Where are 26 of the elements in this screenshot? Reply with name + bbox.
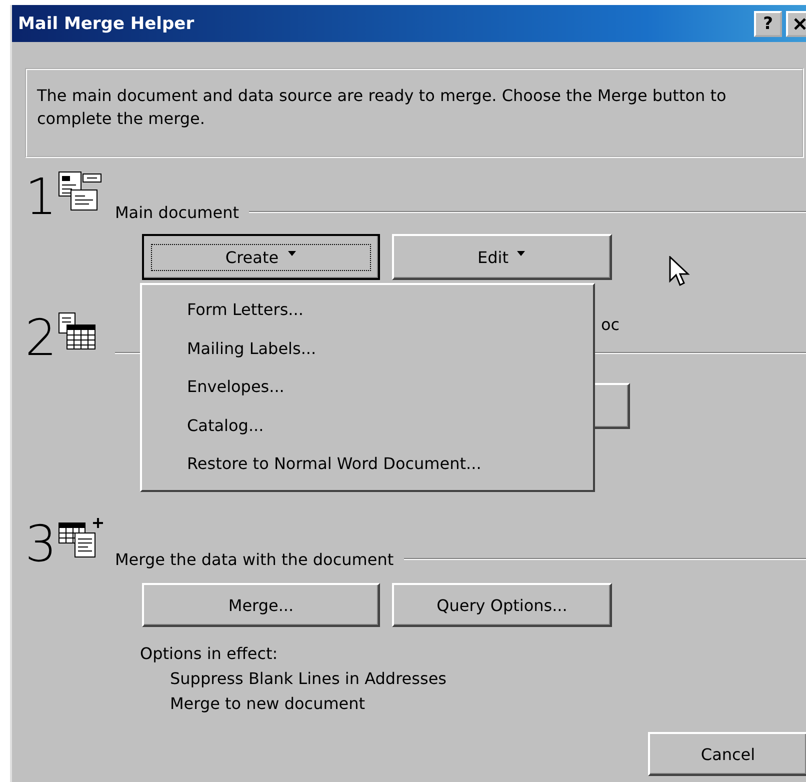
partial-text: oc (601, 315, 620, 334)
instructions-text: The main document and data source are ready to merge. Choose the Merge button to complete the merge. (37, 86, 726, 128)
menu-item[interactable]: Mailing Labels... (142, 330, 593, 368)
menu-item[interactable]: Envelopes... (142, 368, 593, 406)
step-number: 3 (25, 519, 58, 569)
dropdown-button[interactable]: Create (142, 234, 380, 280)
dropdown-button[interactable]: Edit (392, 234, 612, 280)
section-label: Merge the data with the document (115, 550, 394, 569)
menu-item[interactable]: Restore to Normal Word Document... (142, 445, 593, 484)
step-number: 1 (25, 172, 58, 222)
step-number: 2 (25, 313, 58, 363)
close-icon (793, 16, 806, 30)
option-text: Suppress Blank Lines in Addresses (169, 668, 448, 690)
options-heading: Options in effect: (140, 643, 279, 665)
caret-icon (516, 251, 526, 257)
help-button[interactable]: ? (754, 10, 782, 36)
button[interactable]: Query Options... (392, 583, 612, 627)
option-text: Merge to new document (169, 693, 366, 715)
window-title: Mail Merge Helper (18, 14, 196, 34)
caret-icon (286, 251, 297, 257)
section-label: Main document (115, 203, 240, 222)
menu-item[interactable]: Catalog... (142, 406, 593, 445)
cancel-button[interactable]: Cancel (648, 732, 806, 776)
button[interactable]: Merge... (142, 583, 380, 627)
close-button[interactable] (786, 10, 806, 36)
menu-item[interactable]: Form Letters... (142, 291, 593, 330)
